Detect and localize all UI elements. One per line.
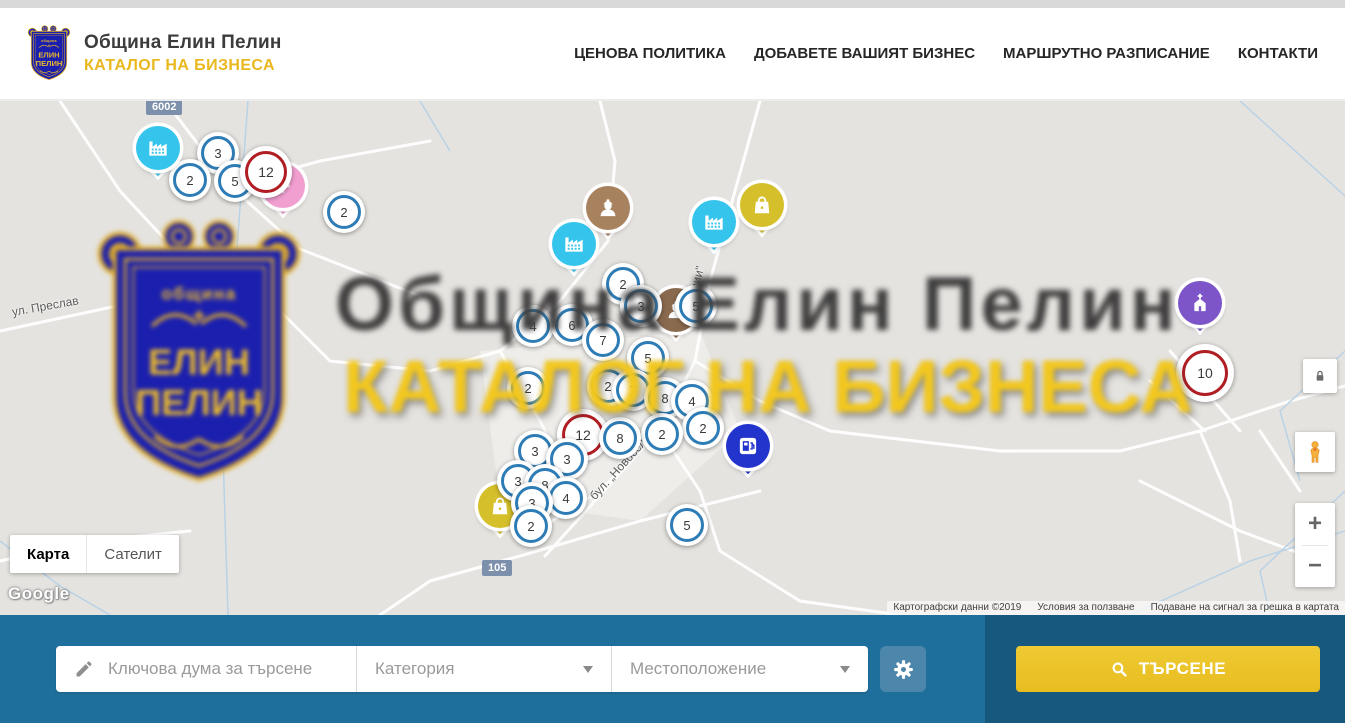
gear-icon [891, 657, 916, 682]
google-logo[interactable]: Google [8, 584, 70, 604]
search-submit-button[interactable]: ТЪРСЕНЕ [1016, 646, 1320, 692]
attribution-copyright: Картографски данни ©2019 [893, 601, 1021, 615]
search-icon [1110, 660, 1129, 679]
search-bar: Категория Местоположение ТЪРСЕНЕ [0, 615, 1345, 723]
nav-item-contacts[interactable]: КОНТАКТИ [1238, 45, 1318, 62]
map-type-map-button[interactable]: Карта [10, 535, 87, 573]
category-select-value: Категория [375, 659, 454, 679]
zoom-out-button[interactable]: − [1295, 546, 1335, 588]
nav-item-add-business[interactable]: ДОБАВЕТЕ ВАШИЯТ БИЗНЕС [754, 45, 975, 62]
pencil-icon [74, 659, 94, 679]
map-attribution: Картографски данни ©2019 Условия за полз… [887, 601, 1345, 615]
pegman-icon [1301, 438, 1329, 466]
google-map[interactable]: 6002105ул. Преславбул. „Новоселции" 3251… [0, 101, 1345, 615]
keyword-field [56, 646, 356, 692]
map-controls-layer: Карта Сателит Google Картографски данни … [0, 101, 1345, 615]
pegman-button[interactable] [1295, 432, 1335, 472]
nav-item-pricing[interactable]: ЦЕНОВА ПОЛИТИКА [574, 45, 726, 62]
main-nav: ЦЕНОВА ПОЛИТИКА ДОБАВЕТЕ ВАШИЯТ БИЗНЕС М… [574, 45, 1320, 62]
site-title: Община Елин Пелин [84, 32, 282, 54]
page-top-strip [0, 0, 1345, 8]
site-subtitle: КАТАЛОГ НА БИЗНЕСА [84, 57, 282, 75]
search-submit-label: ТЪРСЕНЕ [1139, 659, 1227, 679]
chevron-down-icon [583, 666, 593, 673]
lock-icon [1310, 366, 1330, 386]
chevron-down-icon [840, 666, 850, 673]
location-select-value: Местоположение [630, 659, 766, 679]
search-fields: Категория Местоположение [56, 646, 868, 692]
lock-button[interactable] [1303, 359, 1337, 393]
advanced-settings-button[interactable] [880, 646, 926, 692]
search-keyword-input[interactable] [106, 658, 350, 680]
zoom-control: + − [1295, 503, 1335, 587]
zoom-in-button[interactable]: + [1295, 503, 1335, 545]
location-select[interactable]: Местоположение [611, 646, 868, 692]
attribution-report-link[interactable]: Подаване на сигнал за грешка в картата [1151, 601, 1339, 615]
nav-item-timetable[interactable]: МАРШРУТНО РАЗПИСАНИЕ [1003, 45, 1210, 62]
map-type-satellite-button[interactable]: Сателит [87, 535, 179, 573]
category-select[interactable]: Категория [356, 646, 611, 692]
site-logo[interactable] [25, 24, 73, 83]
attribution-terms-link[interactable]: Условия за ползване [1037, 601, 1134, 615]
map-type-control: Карта Сателит [10, 535, 179, 573]
site-header: Община Елин Пелин КАТАЛОГ НА БИЗНЕСА ЦЕН… [0, 8, 1345, 101]
site-title-block: Община Елин Пелин КАТАЛОГ НА БИЗНЕСА [84, 32, 282, 75]
municipality-crest-icon [25, 24, 73, 83]
